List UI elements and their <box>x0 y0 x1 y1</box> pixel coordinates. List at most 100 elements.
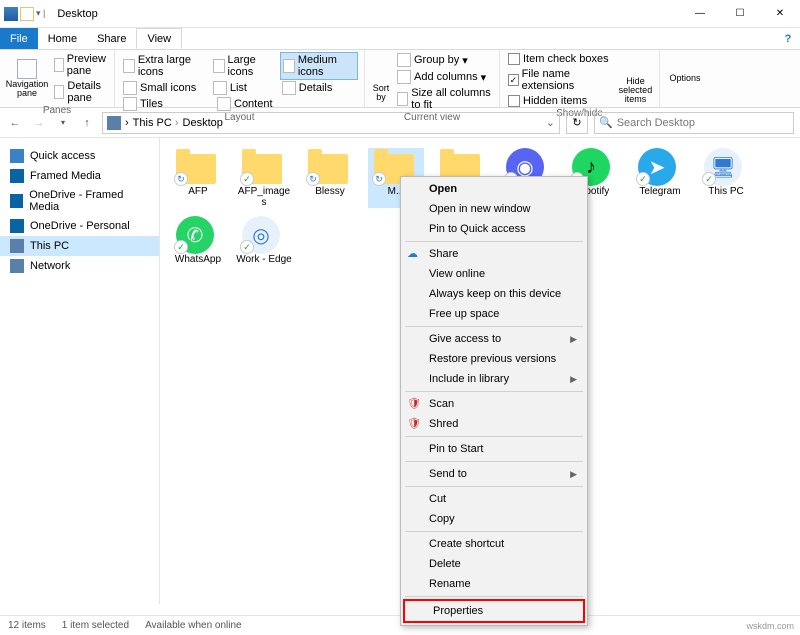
menu-label: Copy <box>429 513 455 525</box>
details-button[interactable]: Details <box>280 80 358 96</box>
desktop-item[interactable]: ↻AFP <box>170 148 226 208</box>
menu-label: Include in library <box>429 373 509 385</box>
menu-item-cut[interactable]: Cut <box>401 489 587 509</box>
menu-item-delete[interactable]: Delete <box>401 554 587 574</box>
sidebar-item-network[interactable]: Network <box>0 256 159 276</box>
sort-icon <box>371 63 391 83</box>
close-button[interactable]: ✕ <box>760 0 800 28</box>
menu-item-open[interactable]: Open <box>401 179 587 199</box>
address-dropdown-icon[interactable]: ⌄ <box>546 116 555 129</box>
item-label: WhatsApp <box>175 254 221 265</box>
menu-item-open-in-new-window[interactable]: Open in new window <box>401 199 587 219</box>
menu-item-properties[interactable]: Properties <box>403 599 585 623</box>
content-button[interactable]: Content <box>215 96 283 112</box>
recent-dropdown[interactable]: ▾ <box>54 118 72 127</box>
status-availability: Available when online <box>145 620 242 631</box>
hide-selected-icon <box>625 56 645 76</box>
menu-item-create-shortcut[interactable]: Create shortcut <box>401 534 587 554</box>
hidden-items-toggle[interactable]: Hidden items <box>506 94 614 108</box>
tab-share[interactable]: Share <box>87 28 136 49</box>
add-columns-button[interactable]: Add columns ▾ <box>395 69 493 85</box>
menu-item-include-in-library[interactable]: Include in library▶ <box>401 369 587 389</box>
menu-item-shred[interactable]: 🛡Shred <box>401 414 587 434</box>
back-button[interactable]: ← <box>6 117 24 129</box>
sort-by-button[interactable]: Sort by <box>371 84 391 102</box>
sidebar-label: OneDrive - Personal <box>30 220 130 232</box>
menu-label: Give access to <box>429 333 501 345</box>
preview-pane-button[interactable]: Preview pane <box>52 52 112 78</box>
menu-label: Pin to Quick access <box>429 223 526 235</box>
sync-overlay-icon: ✓ <box>240 240 254 254</box>
desktop-item[interactable]: ↻Blessy <box>302 148 358 208</box>
sidebar-icon <box>10 219 24 233</box>
file-extensions-toggle[interactable]: ✓File name extensions <box>506 67 614 93</box>
cloud-icon: ☁ <box>407 247 421 261</box>
menu-item-pin-to-start[interactable]: Pin to Start <box>401 439 587 459</box>
menu-item-restore-previous-versions[interactable]: Restore previous versions <box>401 349 587 369</box>
small-icons-button[interactable]: Small icons <box>121 80 207 96</box>
sidebar-item-onedrive-framed-media[interactable]: OneDrive - Framed Media <box>0 186 159 216</box>
menu-item-scan[interactable]: 🛡Scan <box>401 394 587 414</box>
nav-pane-button[interactable]: Navigation pane <box>6 80 49 98</box>
refresh-button[interactable]: ↻ <box>566 112 588 134</box>
size-columns-button[interactable]: Size all columns to fit <box>395 86 493 112</box>
item-label: Telegram <box>639 186 680 197</box>
menu-label: Share <box>429 248 458 260</box>
menu-item-free-up-space[interactable]: Free up space <box>401 304 587 324</box>
menu-item-share[interactable]: ☁ Share <box>401 244 587 264</box>
desktop-item[interactable]: 🖥✓This PC <box>698 148 754 208</box>
minimize-button[interactable]: — <box>680 0 720 28</box>
item-checkboxes-toggle[interactable]: Item check boxes <box>506 52 614 66</box>
item-label: Blessy <box>315 186 344 197</box>
menu-label: Scan <box>429 398 454 410</box>
medium-icons-button[interactable]: Medium icons <box>280 52 358 80</box>
menu-item-view-online[interactable]: View online <box>401 264 587 284</box>
details-pane-button[interactable]: Details pane <box>52 79 112 105</box>
sidebar-item-this-pc[interactable]: This PC <box>0 236 159 256</box>
menu-item-give-access-to[interactable]: Give access to▶ <box>401 329 587 349</box>
large-icons-button[interactable]: Large icons <box>211 53 276 79</box>
sidebar-icon <box>10 239 24 253</box>
tiles-button[interactable]: Tiles <box>121 96 211 112</box>
crumb-this-pc[interactable]: This PC <box>133 117 179 129</box>
menu-item-rename[interactable]: Rename <box>401 574 587 594</box>
maximize-button[interactable]: ☐ <box>720 0 760 28</box>
desktop-item[interactable]: ➤✓Telegram <box>632 148 688 208</box>
sidebar-item-framed-media[interactable]: Framed Media <box>0 166 159 186</box>
sidebar-item-quick-access[interactable]: Quick access <box>0 146 159 166</box>
help-icon[interactable]: ? <box>776 28 800 49</box>
menu-label: View online <box>429 268 485 280</box>
menu-item-copy[interactable]: Copy <box>401 509 587 529</box>
menu-item-send-to[interactable]: Send to▶ <box>401 464 587 484</box>
sidebar-item-onedrive-personal[interactable]: OneDrive - Personal <box>0 216 159 236</box>
menu-item-pin-to-quick-access[interactable]: Pin to Quick access <box>401 219 587 239</box>
qat-dropdown-icon[interactable]: ▾ | <box>36 8 45 19</box>
sidebar-label: Quick access <box>30 150 95 162</box>
menu-item-always-keep-on-this-device[interactable]: Always keep on this device <box>401 284 587 304</box>
hide-selected-button[interactable]: Hide selected items <box>618 77 653 104</box>
menu-label: Restore previous versions <box>429 353 556 365</box>
crumb-desktop[interactable]: Desktop <box>183 117 223 129</box>
up-button[interactable]: ↑ <box>78 117 96 129</box>
tab-file[interactable]: File <box>0 28 38 49</box>
extra-large-icons-button[interactable]: Extra large icons <box>121 53 207 79</box>
status-selection: 1 item selected <box>62 620 129 631</box>
forward-button[interactable]: → <box>30 117 48 129</box>
desktop-item[interactable]: ✓AFP_images <box>236 148 292 208</box>
options-button[interactable]: Options <box>669 73 700 83</box>
desktop-item[interactable]: ◎✓Work - Edge <box>236 216 292 265</box>
panes-group-label: Panes <box>6 105 108 116</box>
qat-btn[interactable] <box>20 7 34 21</box>
menu-label: Properties <box>433 605 483 617</box>
list-button[interactable]: List <box>211 80 276 96</box>
ribbon-tabs: File Home Share View ? <box>0 28 800 50</box>
desktop-item[interactable]: ✆✓WhatsApp <box>170 216 226 265</box>
address-bar[interactable]: › This PC Desktop ⌄ <box>102 112 560 134</box>
item-label: This PC <box>708 186 744 197</box>
item-label: AFP_images <box>236 186 292 208</box>
group-by-button[interactable]: Group by ▾ <box>395 52 493 68</box>
tab-home[interactable]: Home <box>38 28 87 49</box>
options-icon <box>675 52 695 72</box>
search-box[interactable]: 🔍 Search Desktop <box>594 112 794 134</box>
tab-view[interactable]: View <box>136 28 182 49</box>
